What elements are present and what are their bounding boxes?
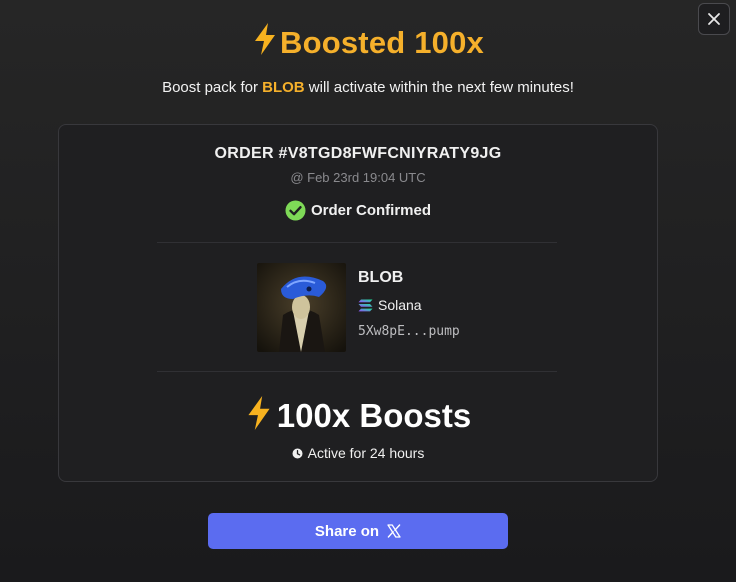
token-address[interactable]: 5Xw8pE...pump [358,324,460,339]
token-avatar [257,263,346,352]
check-circle-icon [285,200,306,221]
lightning-bolt-icon [255,23,275,55]
divider [157,371,557,372]
x-logo-icon [387,524,401,538]
boost-duration: Active for 24 hours [59,445,657,461]
clock-icon [292,448,303,458]
lightning-bolt-icon [248,396,270,430]
order-status-label: Order Confirmed [310,202,431,219]
share-button-label: Share on [314,522,380,540]
order-status: Order Confirmed [59,200,657,221]
subtitle-prefix: Boost pack for [162,79,263,96]
order-id: ORDER #V8TGD8FWFCNIYRATY9JG [214,145,502,162]
share-on-x-button[interactable]: Share on [208,513,508,549]
token-info: BLOB Solana 5Xw8pE...pump [358,263,460,353]
token-chain: Solana [358,297,460,313]
token-name: BLOB [358,269,404,286]
token-summary: BLOB Solana 5Xw8pE...pump [257,263,460,353]
order-timestamp: @ Feb 23rd 19:04 UTC [290,170,426,185]
token-chain-label: Solana [378,297,422,313]
divider [157,242,557,243]
subtitle-token-name: BLOB [262,79,305,96]
modal-title: Boosted 100x [0,22,736,61]
title-text: Boosted 100x [280,25,484,60]
boost-confirmation-modal: Boosted 100x Boost pack for BLOB will ac… [0,0,736,582]
boost-amount-label: 100x Boosts [276,397,472,434]
order-card: ORDER #V8TGD8FWFCNIYRATY9JG @ Feb 23rd 1… [58,124,658,482]
boost-duration-label: Active for 24 hours [307,445,425,461]
solana-icon [358,299,373,311]
boost-amount: 100x Boosts [59,395,657,435]
modal-subtitle: Boost pack for BLOB will activate within… [0,79,736,96]
subtitle-suffix: will activate within the next few minute… [304,79,574,96]
